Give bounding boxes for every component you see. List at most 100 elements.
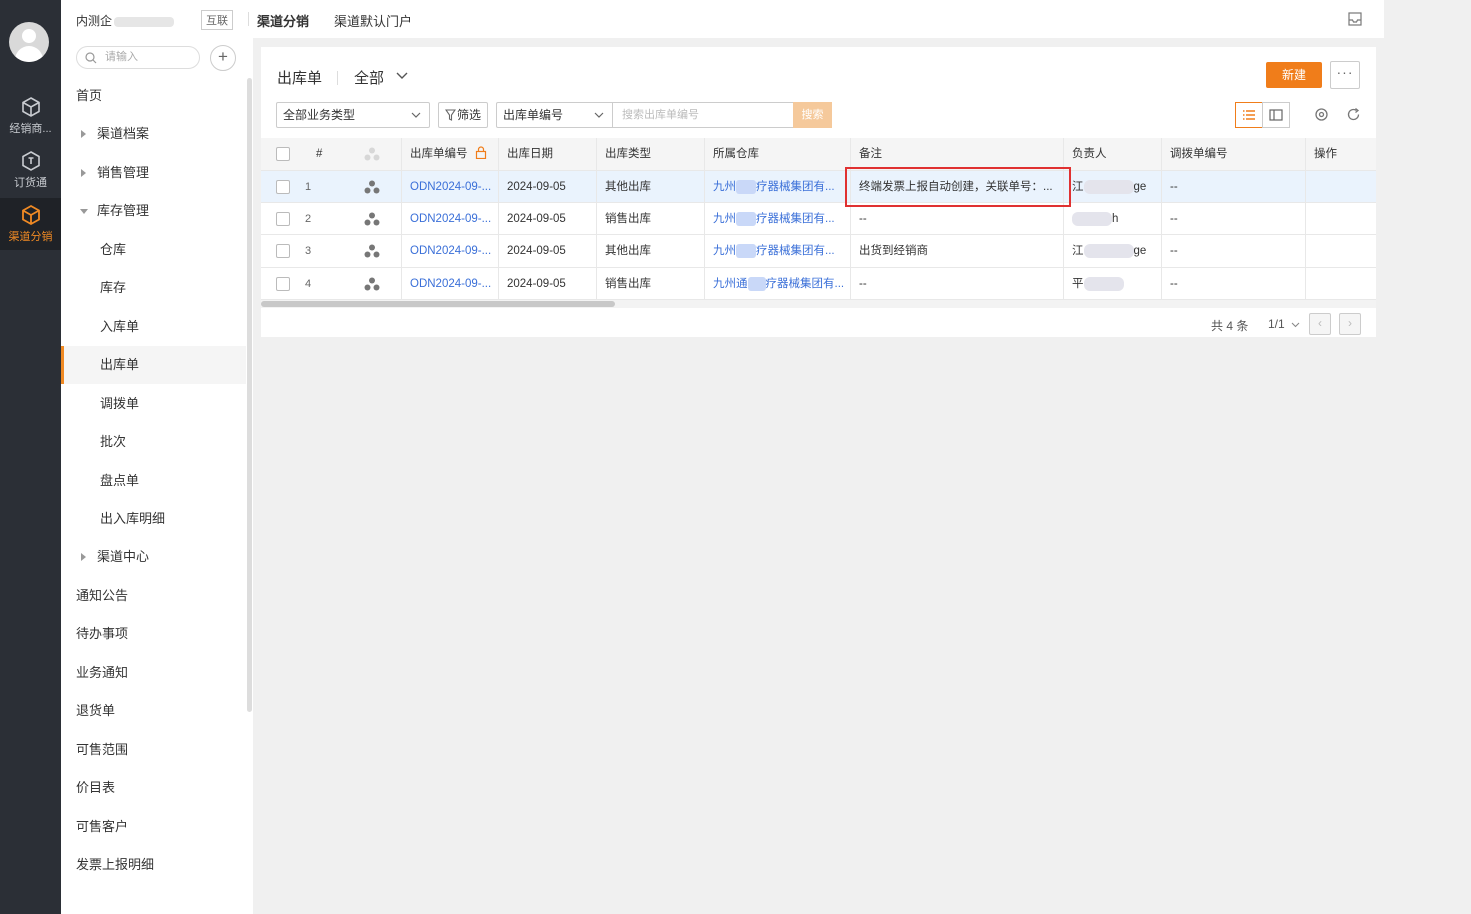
list-view-toggle[interactable] [1235,102,1263,128]
table-row[interactable]: 2 ODN2024-09-... 2024-09-05 销售出库 九州 疗器械集团… [261,203,1376,235]
add-button[interactable]: + [210,45,236,71]
order-no-link[interactable]: ODN2024-09-... [401,268,498,299]
menu-sale-scope[interactable]: 可售范围 [61,731,246,769]
menu-invoice-detail[interactable]: 发票上报明细 [61,846,246,884]
rail-item-dealer[interactable]: 经销商... [0,96,61,146]
filter-button[interactable]: 筛选 [438,102,488,128]
row-checkbox[interactable] [276,277,290,291]
chevron-down-icon [396,72,408,79]
col-header[interactable]: 所属仓库 [704,138,850,170]
col-header: 操作 [1305,138,1376,170]
split-view-icon [1269,109,1283,121]
table-row[interactable]: 1 ODN2024-09-... 2024-09-05 其他出库 九州 疗器械集团… [261,171,1376,203]
prev-page-button[interactable]: ‹ [1309,313,1331,335]
menu-inbound[interactable]: 入库单 [61,308,246,346]
caret-down-icon [80,209,88,214]
row-checkbox[interactable] [276,212,290,226]
warehouse-link[interactable]: 九州 疗器械集团有... [704,235,850,267]
rail-label: 订货通 [14,177,47,189]
col-header[interactable]: 负责人 [1063,138,1162,170]
row-checkbox[interactable] [276,244,290,258]
filter-icon [445,109,456,121]
order-no-link[interactable]: ODN2024-09-... [401,171,498,202]
menu-sales[interactable]: 销售管理 [61,154,246,192]
next-page-button[interactable]: › [1339,313,1361,335]
menu-customers[interactable]: 可售客户 [61,808,246,846]
group-icon[interactable] [364,277,380,291]
view-selector[interactable]: 全部 [354,67,408,88]
col-header[interactable]: 出库单编号 [401,138,498,170]
keyword-input[interactable] [620,108,784,122]
menu-channel-archive[interactable]: 渠道档案 [61,115,246,153]
top-bar: 渠道分销 渠道默认门户 [248,0,1384,38]
select-all-checkbox[interactable] [276,147,290,161]
app-rail: 经销商... 订货通 渠道分销 [0,0,61,914]
sidebar-scrollbar[interactable] [247,78,252,712]
search-field-select[interactable]: 出库单编号 [496,102,613,128]
menu-batch[interactable]: 批次 [61,423,246,461]
menu-price-list[interactable]: 价目表 [61,769,246,807]
settings-icon[interactable] [1314,107,1329,122]
avatar[interactable] [9,22,49,62]
rail-item-order[interactable]: 订货通 [0,150,61,200]
tab-channel-distribution[interactable]: 渠道分销 [257,11,309,30]
group-icon[interactable] [364,212,380,226]
sidebar: 内测企 互联 + 首页 渠道档案 销售管理 库存管理 仓库 库存 入库单 出库单… [61,0,253,914]
order-icon [21,151,40,171]
col-header[interactable]: 出库日期 [498,138,596,170]
order-no-link[interactable]: ODN2024-09-... [401,203,498,234]
col-header[interactable]: 出库类型 [596,138,704,170]
warehouse-link[interactable]: 九州通 疗器械集团有... [704,268,850,299]
inbox-icon[interactable] [1347,11,1363,27]
biz-type-select[interactable]: 全部业务类型 [276,102,430,128]
more-button[interactable]: ··· [1330,61,1360,89]
menu-stocktake[interactable]: 盘点单 [61,462,246,500]
chevron-down-icon [594,112,604,118]
table-row[interactable]: 4 ODN2024-09-... 2024-09-05 销售出库 九州通 疗器械集… [261,268,1376,300]
warehouse-link[interactable]: 九州 疗器械集团有... [704,203,850,234]
new-button[interactable]: 新建 [1266,62,1322,88]
refresh-icon[interactable] [1346,107,1361,122]
menu-todo[interactable]: 待办事项 [61,615,246,653]
menu-search-input[interactable] [103,50,197,64]
col-header[interactable]: 调拨单编号 [1161,138,1306,170]
table-row[interactable]: 3 ODN2024-09-... 2024-09-05 其他出库 九州 疗器械集团… [261,235,1376,268]
chevron-down-icon [1291,322,1300,328]
page-select[interactable]: 1/1 [1268,317,1300,331]
menu-channel-center[interactable]: 渠道中心 [61,538,246,576]
col-header[interactable]: 备注 [850,138,1063,170]
menu-warehouse[interactable]: 仓库 [61,231,246,269]
total-count: 共 4 条 [1211,319,1249,333]
list-icon [1243,110,1255,120]
tab-default-portal[interactable]: 渠道默认门户 [334,11,412,30]
order-no-link[interactable]: ODN2024-09-... [401,235,498,267]
menu-notice[interactable]: 通知公告 [61,577,246,615]
menu-return[interactable]: 退货单 [61,692,246,730]
caret-right-icon [81,553,86,561]
rail-label: 经销商... [9,123,52,135]
page-title: 出库单 [277,70,323,87]
rail-item-channel[interactable]: 渠道分销 [0,198,61,250]
menu-biz-notice[interactable]: 业务通知 [61,654,246,692]
col-header: # [316,148,323,160]
keyword-search[interactable] [612,102,794,128]
warehouse-link[interactable]: 九州 疗器械集团有... [704,171,850,202]
table-hscrollbar[interactable] [261,300,1376,308]
row-checkbox[interactable] [276,180,290,194]
menu-transfer[interactable]: 调拨单 [61,385,246,423]
group-icon [364,147,380,161]
group-icon[interactable] [364,244,380,258]
cube-icon [21,204,40,226]
split-view-toggle[interactable] [1262,102,1290,128]
group-icon[interactable] [364,180,380,194]
rail-label: 渠道分销 [8,231,53,243]
main-panel: 出库单 全部 新建 ··· 全部业务类型 筛选 出库单编号 搜索 # 出库单编号… [261,47,1376,337]
menu-search[interactable] [76,46,200,69]
search-button[interactable]: 搜索 [793,102,832,128]
menu-inventory[interactable]: 库存管理 [61,192,246,230]
menu-io-detail[interactable]: 出入库明细 [61,500,246,538]
menu-stock[interactable]: 库存 [61,269,246,307]
menu-outbound[interactable]: 出库单 [61,346,246,384]
search-icon [85,52,97,64]
menu-home[interactable]: 首页 [61,77,246,115]
